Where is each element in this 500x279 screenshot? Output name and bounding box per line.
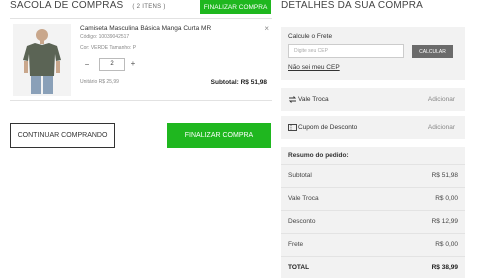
total-label: TOTAL — [288, 264, 310, 271]
item-subtotal: Subtotal: R$ 51,98 — [210, 79, 267, 86]
summary-value: R$ 0,00 — [435, 195, 458, 202]
vale-troca-label: Vale Troca — [298, 96, 329, 103]
quantity-increase-button[interactable]: + — [129, 59, 137, 68]
quantity-decrease-button[interactable]: − — [83, 60, 91, 69]
order-details-title: DETALHES DA SUA COMPRA — [281, 0, 424, 11]
cep-input[interactable]: Digite seu CEP — [288, 44, 404, 58]
order-details-panel: DETALHES DA SUA COMPRA Calcule o Frete D… — [281, 0, 500, 278]
finalize-purchase-top-button[interactable]: FINALIZAR COMPRA — [200, 0, 271, 14]
shopping-bag-panel: SACOLA DE COMPRAS ( 2 ITENS ) FINALIZAR … — [0, 0, 276, 278]
summary-row-total: TOTAL R$ 38,99 — [281, 256, 465, 279]
summary-row-discount: Desconto R$ 12,99 — [281, 210, 465, 233]
summary-label: Vale Troca — [288, 195, 319, 202]
discount-coupon-add-link[interactable]: Adicionar — [428, 124, 455, 131]
total-value: R$ 38,99 — [431, 264, 458, 271]
product-image[interactable] — [13, 24, 71, 96]
tshirt-model-icon — [13, 24, 71, 96]
remove-item-icon[interactable]: × — [264, 24, 269, 33]
summary-row-subtotal: Subtotal R$ 51,98 — [281, 164, 465, 187]
vale-troca-add-link[interactable]: Adicionar — [428, 96, 455, 103]
bag-title: SACOLA DE COMPRAS ( 2 ITENS ) — [10, 0, 166, 11]
ticket-icon — [288, 124, 297, 131]
shipping-calculator: Calcule o Frete Digite seu CEP CALCULAR … — [281, 27, 465, 80]
order-summary: Resumo do pedido: Subtotal R$ 51,98 Vale… — [281, 147, 465, 278]
finalize-purchase-button[interactable]: FINALIZAR COMPRA — [167, 123, 271, 148]
unknown-cep-link[interactable]: Não sei meu CEP — [288, 64, 340, 71]
quantity-input[interactable]: 2 — [99, 58, 125, 71]
calculate-shipping-button[interactable]: CALCULAR — [412, 45, 453, 58]
summary-row-shipping: Frete R$ 0,00 — [281, 233, 465, 256]
summary-row-vale-troca: Vale Troca R$ 0,00 — [281, 187, 465, 210]
continue-shopping-button[interactable]: CONTINUAR COMPRANDO — [10, 123, 115, 148]
discount-coupon-label: Cupom de Desconto — [298, 124, 358, 131]
shipping-label: Calcule o Frete — [288, 33, 333, 40]
bag-item-count: ( 2 ITENS ) — [132, 4, 166, 10]
cart-item: Camiseta Masculina Básica Manga Curta MR… — [10, 18, 272, 101]
summary-label: Frete — [288, 241, 304, 248]
unit-price: Unitário R$ 25,99 — [80, 79, 119, 85]
product-code: Código: 10039042517 — [80, 34, 130, 40]
summary-label: Desconto — [288, 218, 316, 225]
vale-troca-row[interactable]: Vale Troca Adicionar — [281, 88, 465, 111]
product-attributes: Cor: VERDE Tamanho: P — [80, 45, 137, 51]
order-summary-title: Resumo do pedido: — [288, 152, 349, 159]
discount-coupon-row[interactable]: Cupom de Desconto Adicionar — [281, 116, 465, 139]
summary-value: R$ 0,00 — [435, 241, 458, 248]
bag-title-text: SACOLA DE COMPRAS — [10, 0, 124, 11]
summary-value: R$ 12,99 — [431, 218, 458, 225]
summary-label: Subtotal — [288, 172, 312, 179]
summary-value: R$ 51,98 — [431, 172, 458, 179]
product-name[interactable]: Camiseta Masculina Básica Manga Curta MR — [80, 25, 211, 32]
exchange-icon — [288, 96, 297, 103]
